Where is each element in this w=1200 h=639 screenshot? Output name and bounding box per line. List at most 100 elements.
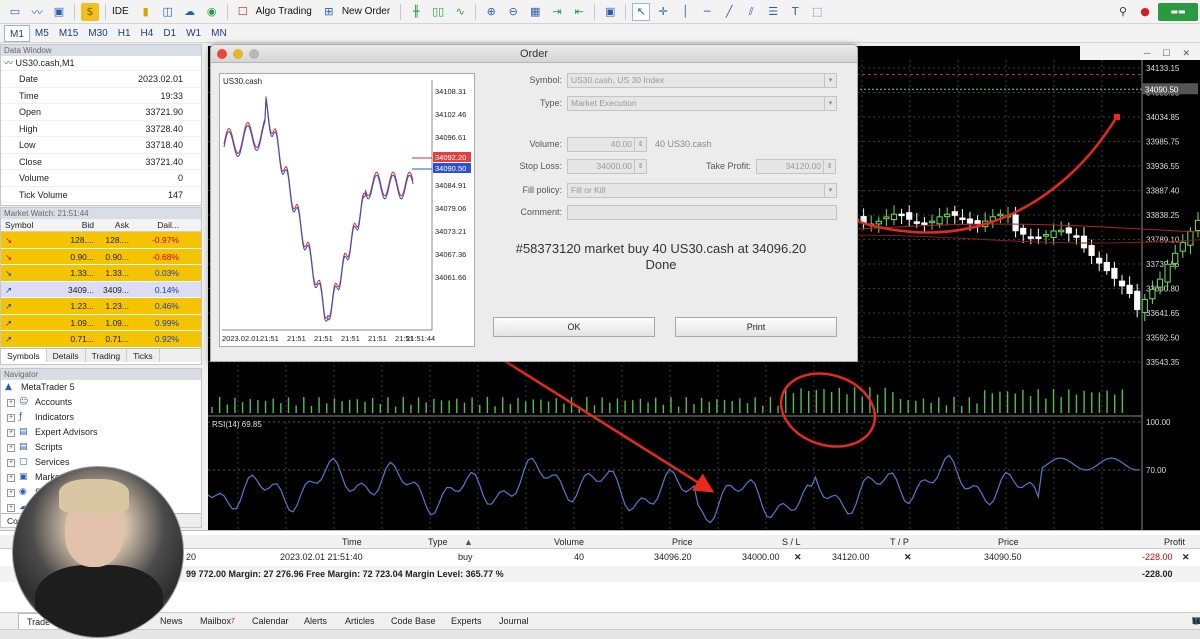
- volume-value: 40.00: [610, 139, 632, 149]
- type-value: Market Execution: [571, 98, 637, 108]
- fill-policy-value: Fill or Kill: [571, 185, 606, 195]
- toolbox-tabs: Trade News Mailbox 7 Calendar Alerts Art…: [0, 612, 1200, 632]
- order-result-status: Done: [645, 257, 677, 272]
- col-sl[interactable]: S / L: [782, 535, 801, 549]
- tab-journal[interactable]: Journal: [499, 613, 529, 630]
- col-tp[interactable]: T / P: [890, 535, 909, 549]
- order-dialog-titlebar: Order: [211, 45, 857, 63]
- tick-price-label: 34102.46: [435, 110, 466, 119]
- tick-price-label: 34067.36: [435, 250, 466, 259]
- col-current-price[interactable]: Price: [998, 535, 1019, 549]
- tick-price-label: 34096.61: [435, 133, 466, 142]
- print-button[interactable]: Print: [675, 317, 837, 337]
- take-profit-label: Take Profit:: [705, 161, 751, 171]
- symbol-label: Symbol:: [529, 75, 562, 85]
- comment-label: Comment:: [520, 207, 562, 217]
- stepper-icon[interactable]: ⇕: [823, 160, 835, 173]
- chevron-down-icon: ▾: [824, 97, 836, 110]
- tab-code-base[interactable]: Code Base: [391, 613, 436, 630]
- stop-loss-label: Stop Loss:: [519, 161, 562, 171]
- fill-policy-select[interactable]: Fill or Kill ▾: [567, 183, 837, 198]
- tick-price-label: 34092.20: [435, 153, 466, 162]
- col-profit[interactable]: Profit: [1164, 535, 1185, 549]
- app-window: ▭ 〰 ▣ $ IDE ▮ ◫ ☁ ◉ ☐ Algo Trading ⊞ New…: [0, 0, 1200, 639]
- tick-price-label: 34090.50: [435, 164, 466, 173]
- remove-sl-icon[interactable]: ✕: [794, 549, 802, 565]
- type-select[interactable]: Market Execution ▾: [567, 96, 837, 111]
- row-type: buy: [458, 552, 473, 562]
- webcam-overlay: [12, 466, 184, 638]
- tick-price-label: 34108.31: [435, 87, 466, 96]
- col-type[interactable]: Type: [428, 535, 448, 549]
- annotation-circle-volume: [779, 372, 877, 448]
- tick-chart: US30.cash 34108.31 34102.46 34096.61 34092.2…: [219, 73, 475, 347]
- volume-field[interactable]: 40.00 ⇕: [567, 137, 647, 152]
- minimize-icon[interactable]: [233, 49, 243, 59]
- symbol-select[interactable]: US30.cash, US 30 Index ▾: [567, 73, 837, 88]
- tick-time-label: 21:51: [287, 334, 306, 343]
- close-position-icon[interactable]: ✕: [1182, 549, 1190, 565]
- sort-up-icon: ▲: [464, 537, 473, 547]
- col-price[interactable]: Price: [672, 535, 693, 549]
- mailbox-badge: 7: [231, 618, 235, 625]
- tick-price-label: 34061.66: [435, 273, 466, 282]
- type-label: Type:: [539, 98, 562, 108]
- volume-note: 40 US30.cash: [655, 139, 712, 149]
- remove-tp-icon[interactable]: ✕: [904, 549, 912, 565]
- tick-chart-title: US30.cash: [223, 77, 262, 86]
- row-profit: -228.00: [1142, 552, 1173, 562]
- take-profit-value: 34120.00: [785, 161, 821, 171]
- volume-label: Volume:: [529, 139, 562, 149]
- webcam-person-hair: [59, 479, 129, 513]
- tick-chart-canvas: US30.cash 34108.31 34102.46 34096.61 34092.2…: [222, 77, 471, 343]
- col-time[interactable]: Time: [342, 535, 362, 549]
- ok-button[interactable]: OK: [493, 317, 655, 337]
- summary-profit: -228.00: [1142, 569, 1173, 579]
- close-icon[interactable]: [217, 49, 227, 59]
- stop-loss-field[interactable]: 34000.00 ⇕: [567, 159, 647, 174]
- status-bar: [0, 629, 1200, 639]
- tab-alerts[interactable]: Alerts: [304, 613, 327, 630]
- row-sl: 34000.00: [742, 552, 780, 562]
- account-summary: 99 772.00 Margin: 27 276.96 Free Margin:…: [186, 569, 504, 579]
- tick-time-label: 21:51: [314, 334, 333, 343]
- tab-news[interactable]: News: [160, 613, 183, 630]
- bid-line: [223, 99, 414, 322]
- order-dialog-title: Order: [519, 48, 549, 60]
- take-profit-field[interactable]: 34120.00 ⇕: [756, 159, 836, 174]
- annotation-marker: [1114, 114, 1120, 120]
- order-dialog: Order US30.cash 34108.31 34102.46 34096.61 3…: [210, 44, 858, 362]
- tick-time-label: 2023.02.01: [222, 334, 260, 343]
- ask-line: [223, 96, 414, 319]
- tick-price-label: 34079.06: [435, 204, 466, 213]
- tick-price-label: 34073.21: [435, 227, 466, 236]
- order-result-message: #58373120 market buy 40 US30.cash at 340…: [515, 241, 807, 256]
- tick-time-label: 21:51: [341, 334, 360, 343]
- tick-time-label: 21:51:44: [406, 334, 435, 343]
- tab-mailbox[interactable]: Mailbox: [200, 613, 231, 630]
- row-volume: 40: [574, 552, 585, 562]
- tester-tool-label: Tester: [1192, 616, 1200, 626]
- row-current-price: 34090.50: [984, 552, 1022, 562]
- symbol-value: US30.cash, US 30 Index: [571, 75, 665, 85]
- chevron-down-icon: ▾: [824, 184, 836, 197]
- stepper-icon[interactable]: ⇕: [634, 138, 646, 151]
- zoom-icon[interactable]: [249, 49, 259, 59]
- row-price: 34096.20: [654, 552, 692, 562]
- col-volume[interactable]: Volume: [554, 535, 584, 549]
- tick-time-label: 21:51: [368, 334, 387, 343]
- row-symbol: 20: [186, 552, 197, 562]
- row-time: 2023.02.01 21:51:40: [280, 552, 363, 562]
- tab-articles[interactable]: Articles: [345, 613, 375, 630]
- stop-loss-value: 34000.00: [596, 161, 632, 171]
- chevron-down-icon: ▾: [824, 74, 836, 87]
- fill-policy-label: Fill policy:: [522, 185, 562, 195]
- webcam-person-body: [35, 565, 163, 637]
- tick-time-label: 21:51: [260, 334, 279, 343]
- tab-calendar[interactable]: Calendar: [252, 613, 289, 630]
- comment-field[interactable]: [567, 205, 837, 220]
- stepper-icon[interactable]: ⇕: [634, 160, 646, 173]
- tick-price-label: 34084.91: [435, 181, 466, 190]
- row-tp: 34120.00: [832, 552, 870, 562]
- tab-experts[interactable]: Experts: [451, 613, 482, 630]
